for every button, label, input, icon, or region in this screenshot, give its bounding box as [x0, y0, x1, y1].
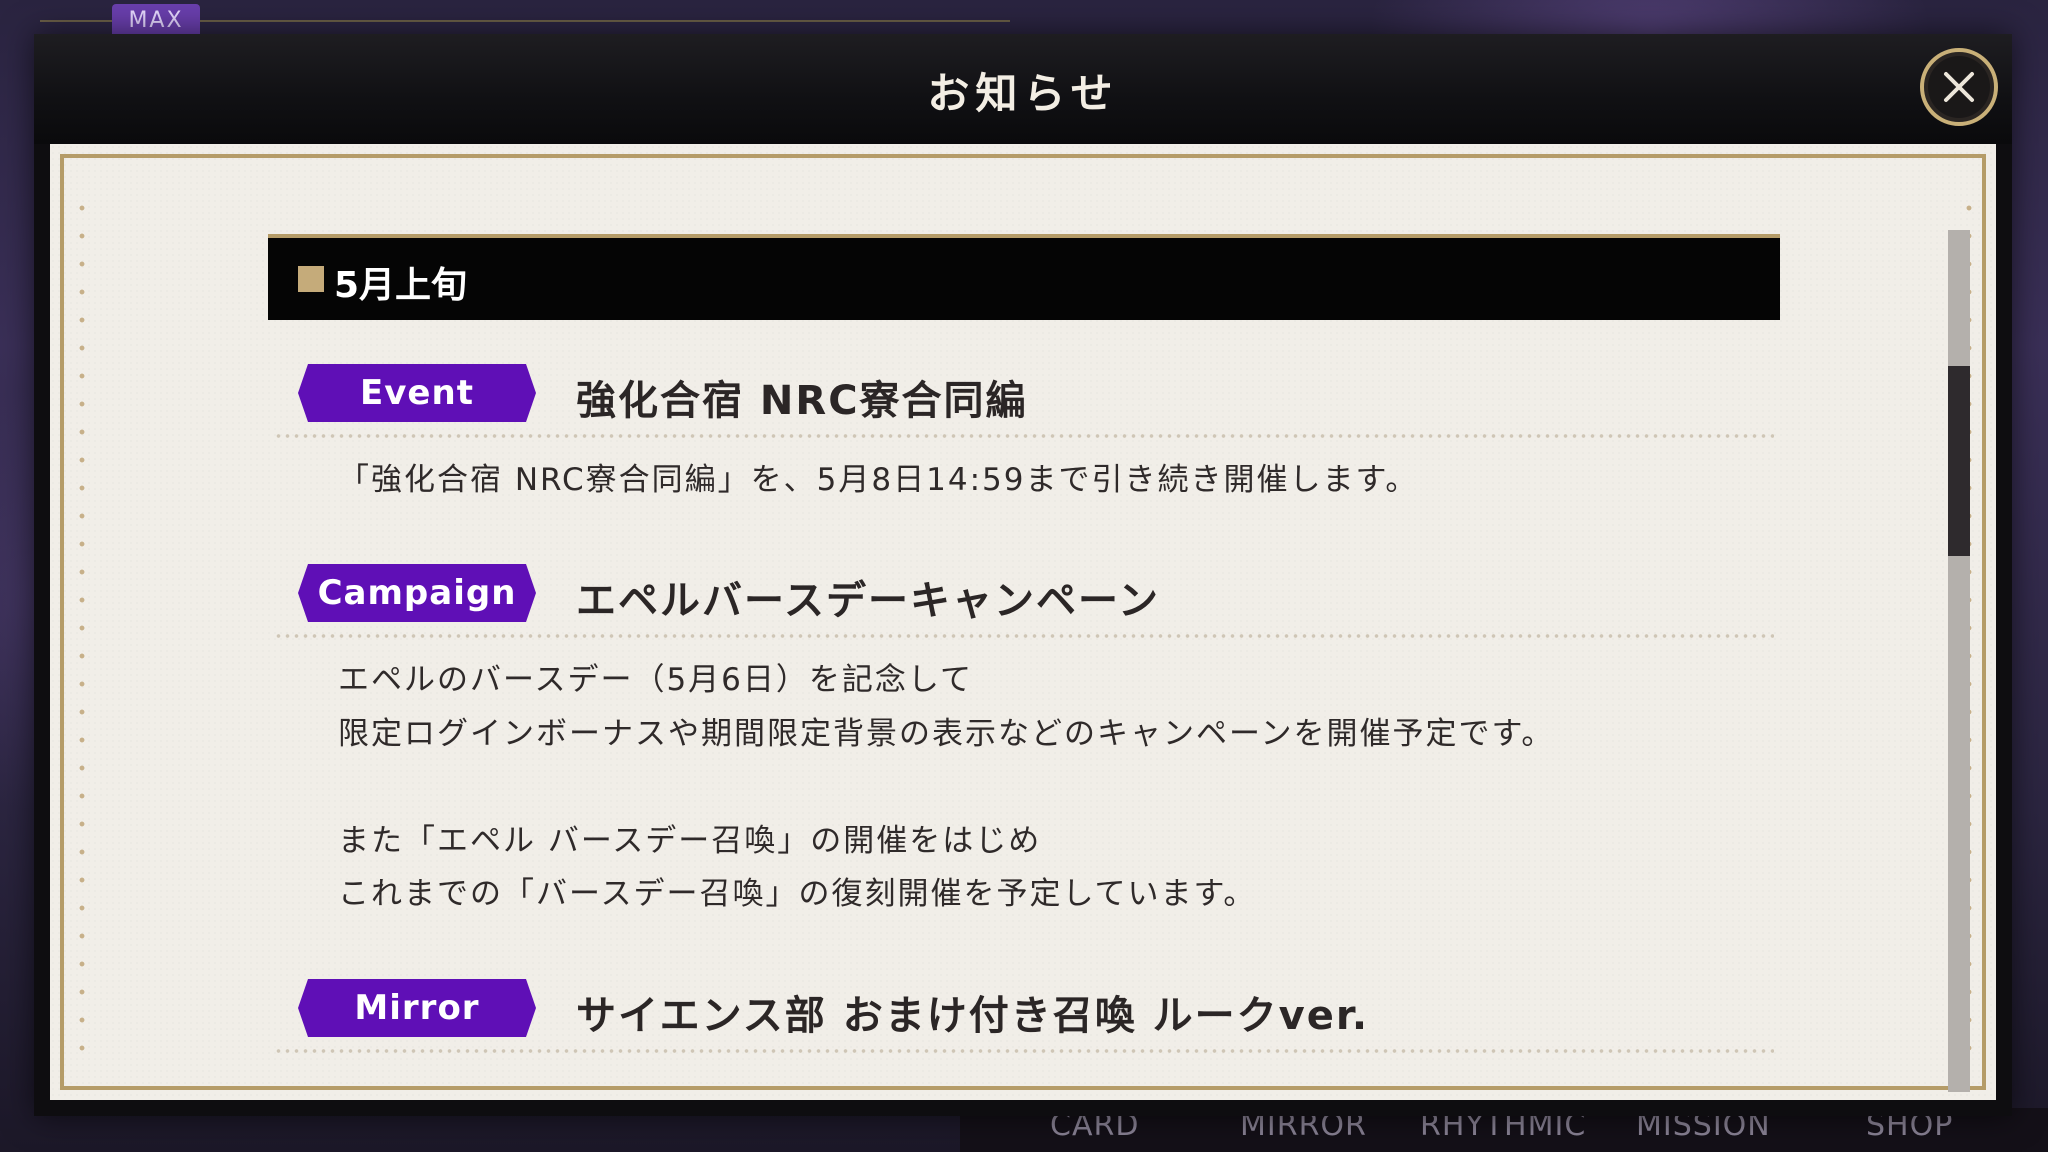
dotted-divider [274, 1049, 1774, 1053]
scrollbar-thumb[interactable] [1948, 366, 1970, 556]
campaign-body-line: また「エペル バースデー召喚」の開催をはじめ [338, 823, 1042, 859]
dotted-divider [274, 434, 1774, 438]
campaign-title: エペルバースデーキャンペーン [576, 578, 1160, 624]
mirror-tag: Mirror [298, 979, 536, 1037]
square-bullet-icon [298, 266, 324, 292]
close-button[interactable] [1920, 48, 1998, 126]
campaign-body-line: 限定ログインボーナスや期間限定背景の表示などのキャンペーンを開催予定です。 [338, 716, 1555, 752]
dialog-header: お知らせ [34, 34, 2012, 144]
dotted-divider [274, 634, 1774, 638]
notice-content[interactable]: 5月上旬 Event 強化合宿 NRC寮合同編 「強化合宿 NRC寮合同編」を、… [268, 234, 1780, 1094]
event-tag: Event [298, 364, 536, 422]
section-header: 5月上旬 [268, 234, 1780, 320]
campaign-tag: Campaign [298, 564, 536, 622]
event-title: 強化合宿 NRC寮合同編 [576, 378, 1028, 424]
notice-paper: 5月上旬 Event 強化合宿 NRC寮合同編 「強化合宿 NRC寮合同編」を、… [50, 144, 1996, 1100]
scrollbar-track[interactable] [1948, 230, 1970, 1092]
mirror-title: サイエンス部 おまけ付き召喚 ルークver. [576, 993, 1370, 1039]
paper-dot-border-left [79, 194, 85, 1054]
dialog-title: お知らせ [927, 69, 1119, 118]
campaign-body-line: エペルのバースデー（5月6日）を記念して [338, 662, 973, 698]
notice-dialog: お知らせ 5月上旬 Event 強化合宿 NRC寮合同編 「強化合宿 NRC寮合… [34, 34, 2012, 1116]
campaign-body-line: これまでの「バースデー召喚」の復刻開催を予定しています。 [338, 876, 1257, 912]
max-badge: MAX [112, 4, 200, 38]
close-icon [1944, 72, 1974, 102]
event-body-line: 「強化合宿 NRC寮合同編」を、5月8日14:59まで引き続き開催します。 [338, 462, 1419, 498]
section-label: 5月上旬 [334, 265, 468, 306]
